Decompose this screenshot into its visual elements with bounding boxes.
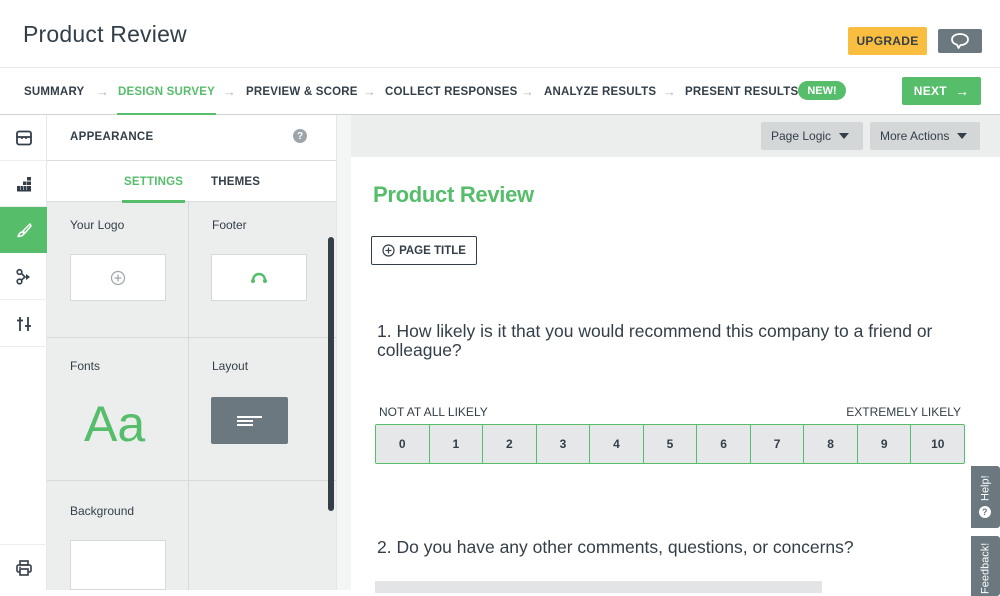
add-page-title-button[interactable]: PAGE TITLE <box>371 236 477 265</box>
caret-down-icon <box>839 133 850 139</box>
comment-textarea[interactable] <box>375 581 822 593</box>
step-design-survey[interactable]: DESIGN SURVEY <box>117 68 216 116</box>
panel-scrollbar[interactable] <box>328 237 334 511</box>
surveymonkey-logo-icon <box>251 272 267 283</box>
canvas-gutter <box>336 115 351 590</box>
page-logic-dropdown[interactable]: Page Logic <box>761 122 863 150</box>
more-actions-dropdown[interactable]: More Actions <box>870 122 980 150</box>
next-label: NEXT <box>913 84 947 98</box>
footer-label: Footer <box>212 218 247 232</box>
top-header: Product Review UPGRADE <box>0 0 1000 68</box>
fonts-label: Fonts <box>70 359 101 373</box>
question-2-text[interactable]: 2. Do you have any other comments, quest… <box>377 537 854 558</box>
feedback-tab-label: Feedback! <box>979 542 992 594</box>
step-arrow-icon: → <box>363 84 376 99</box>
panel-header: APPEARANCE ? <box>47 115 336 161</box>
scale-option[interactable]: 3 <box>537 425 591 463</box>
step-arrow-icon: → <box>223 84 236 99</box>
next-button[interactable]: NEXT → <box>902 77 981 105</box>
scale-option[interactable]: 8 <box>804 425 858 463</box>
rail-builder[interactable] <box>0 161 47 207</box>
help-tab[interactable]: ? Help! <box>971 466 1000 528</box>
plus-circle-icon <box>110 270 126 285</box>
step-summary[interactable]: SUMMARY <box>24 68 84 115</box>
canvas-toolbar: Page Logic More Actions <box>351 115 1000 157</box>
plus-circle-icon <box>382 244 395 257</box>
speech-bubble-icon <box>951 33 969 49</box>
chat-button[interactable] <box>938 29 982 53</box>
more-actions-label: More Actions <box>880 129 950 143</box>
layout-option[interactable] <box>211 397 288 444</box>
upgrade-button[interactable]: UPGRADE <box>848 27 927 55</box>
nps-scale: 0 1 2 3 4 5 6 7 8 9 10 <box>375 424 965 464</box>
scale-option[interactable]: 7 <box>751 425 805 463</box>
new-badge: NEW! <box>798 81 846 100</box>
layout-label: Layout <box>212 359 249 373</box>
survey-canvas: Product Review PAGE TITLE 1. How likely … <box>351 157 1000 593</box>
question-mark-icon: ? <box>979 506 992 519</box>
tab-themes[interactable]: THEMES <box>211 161 260 202</box>
scale-option[interactable]: 2 <box>483 425 537 463</box>
step-collect-responses[interactable]: COLLECT RESPONSES <box>385 68 517 115</box>
scale-option[interactable]: 6 <box>697 425 751 463</box>
scale-option[interactable]: 1 <box>430 425 484 463</box>
logo-label: Your Logo <box>70 218 125 232</box>
panel-title: APPEARANCE <box>70 131 154 143</box>
paintbrush-icon <box>16 223 32 238</box>
scale-low-label: NOT AT ALL LIKELY <box>379 405 488 419</box>
logic-icon <box>15 268 30 285</box>
scale-option[interactable]: 5 <box>644 425 698 463</box>
panel-tabs: SETTINGS THEMES <box>47 161 336 203</box>
step-present-results[interactable]: PRESENT RESULTS <box>685 68 798 115</box>
step-arrow-icon: → <box>96 84 109 99</box>
logo-cell: Your Logo <box>47 202 189 338</box>
left-tool-rail <box>0 115 47 590</box>
rail-logic[interactable] <box>0 254 47 300</box>
scale-option[interactable]: 4 <box>590 425 644 463</box>
appearance-panel: APPEARANCE ? SETTINGS THEMES Your Logo F… <box>47 115 336 590</box>
options-sliders-icon <box>16 316 31 331</box>
step-nav: SUMMARY → DESIGN SURVEY → PREVIEW & SCOR… <box>0 68 1000 116</box>
footer-toggle[interactable] <box>211 254 307 301</box>
tab-settings[interactable]: SETTINGS <box>121 161 186 203</box>
empty-cell <box>189 481 336 590</box>
scale-high-label: EXTREMELY LIKELY <box>846 405 961 419</box>
scale-option[interactable]: 10 <box>911 425 964 463</box>
page-logic-label: Page Logic <box>771 129 832 143</box>
survey-title[interactable]: Product Review <box>373 182 534 208</box>
help-tab-label: Help! <box>979 475 992 502</box>
step-analyze-results[interactable]: ANALYZE RESULTS <box>544 68 656 115</box>
print-icon <box>15 559 32 576</box>
step-arrow-icon: → <box>663 84 676 99</box>
builder-icon <box>16 176 31 191</box>
caret-down-icon <box>957 133 968 139</box>
help-icon[interactable]: ? <box>293 129 307 143</box>
scale-option[interactable]: 9 <box>858 425 912 463</box>
align-left-icon <box>236 415 262 426</box>
add-logo-button[interactable] <box>70 254 166 301</box>
arrow-right-icon: → <box>954 83 970 99</box>
feedback-tab[interactable]: Feedback! <box>971 536 1000 596</box>
fonts-cell[interactable]: Fonts Aa <box>47 338 189 481</box>
question-1-text[interactable]: 1. How likely is it that you would recom… <box>377 322 977 360</box>
rail-appearance[interactable] <box>0 207 47 253</box>
rail-print[interactable] <box>0 544 47 590</box>
page-title-label: PAGE TITLE <box>399 244 466 257</box>
step-arrow-icon: → <box>521 84 534 99</box>
rail-question-bank[interactable] <box>0 115 47 161</box>
rail-options[interactable] <box>0 301 47 347</box>
fonts-sample: Aa <box>84 396 146 452</box>
footer-cell: Footer <box>189 202 336 338</box>
step-preview-score[interactable]: PREVIEW & SCORE <box>246 68 358 115</box>
background-cell: Background <box>47 481 189 590</box>
background-swatch[interactable] <box>70 540 166 590</box>
survey-name: Product Review <box>23 21 187 47</box>
question-bank-icon <box>15 130 32 145</box>
background-label: Background <box>70 504 135 518</box>
scale-option[interactable]: 0 <box>376 425 430 463</box>
